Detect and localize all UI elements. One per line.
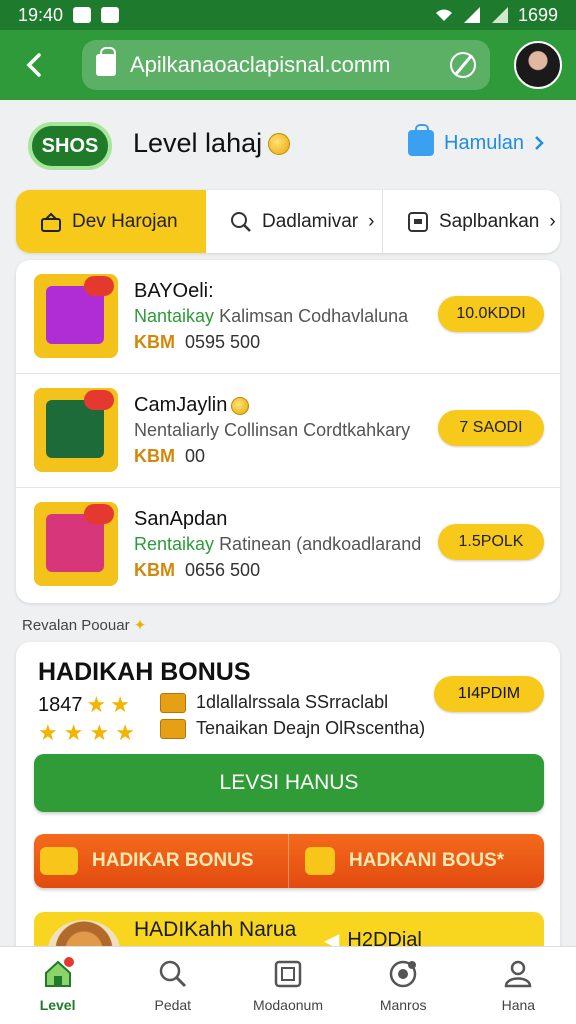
gift-icon	[40, 847, 78, 875]
star-icon: ★	[38, 720, 58, 745]
target-icon	[389, 960, 417, 988]
chevron-right-icon: ›	[368, 210, 375, 232]
bottom-nav: Level Pedat Modaonum Manros Hana	[0, 946, 576, 1024]
wifi-icon	[435, 9, 452, 21]
mail-icon	[73, 7, 92, 23]
status-bar: 19:40 1699	[0, 0, 576, 30]
product-name: BAYOeli:	[134, 280, 214, 302]
temple-icon	[305, 847, 335, 875]
avatar[interactable]	[514, 41, 562, 89]
bonus-actions: HADIKAR BONUS HADKANI BOUS*	[34, 834, 544, 888]
tab-label: Dev Harojan	[72, 210, 178, 232]
nav-manros[interactable]: Manros	[346, 947, 461, 1024]
buy-button[interactable]: 1.5POLK	[438, 524, 544, 560]
tab-dev-harojan[interactable]: Dev Harojan	[16, 190, 206, 253]
document-icon	[274, 960, 302, 988]
star-icon: ★	[86, 692, 107, 717]
nav-pedat[interactable]: Pedat	[115, 947, 230, 1024]
status-time: 19:40	[18, 4, 64, 25]
notification-dot	[64, 957, 74, 967]
signal-icon-2	[491, 7, 508, 23]
tab-saplbankan[interactable]: Saplbankan ›	[382, 190, 560, 253]
bonus-info-2: Tenaikan Deajn OlRscentha)	[160, 718, 425, 739]
list-item[interactable]: CamJaylin Nentaliarly Collinsan Cordtkah…	[16, 374, 560, 488]
buy-button[interactable]: 7 SAODI	[438, 410, 544, 446]
sparkle-icon: ✦	[133, 617, 147, 634]
product-desc: Nantaikay Kalimsan Codhavlaluna	[134, 306, 409, 326]
product-price: KBM 0595 500	[134, 332, 261, 352]
list-item[interactable]: BAYOeli: Nantaikay Kalimsan Codhavlaluna…	[16, 260, 560, 374]
help-link-label: Hamulan	[444, 131, 525, 154]
bonus-card: HADIKAH BONUS 1847 ★ ★ ★ ★ ★ ★ 1dlallalrss…	[16, 642, 560, 962]
block-icon[interactable]	[450, 52, 476, 78]
bonus-pill-button[interactable]: 1I4PDIM	[434, 676, 544, 712]
nav-label: Hana	[501, 997, 536, 1013]
tab-dadlamivar[interactable]: Dadlamivar ›	[206, 190, 382, 253]
chest-icon	[160, 692, 186, 713]
star-icon: ★	[63, 720, 84, 745]
nav-label: Manros	[379, 997, 427, 1013]
product-price: KBM 00	[134, 446, 206, 466]
chevron-right-icon	[535, 136, 544, 150]
search-icon	[159, 960, 186, 988]
tab-strip: Dev Harojan Dadlamivar › Saplbankan ›	[16, 190, 560, 253]
gift-icon	[41, 212, 61, 232]
coin-icon	[268, 132, 291, 155]
chest-icon	[160, 718, 186, 739]
page-title-text: Level lahaj	[133, 128, 263, 158]
product-image	[34, 388, 118, 472]
nav-label: Level	[39, 997, 76, 1013]
battery-level: 1699	[517, 4, 558, 25]
bonus-info-1: 1dlallalrssala SSrraclabl	[160, 692, 388, 713]
people-icon	[505, 960, 532, 988]
list-item[interactable]: SanApdan Rentaikay Ratinean (andkoadlara…	[16, 488, 560, 602]
level-bonus-button[interactable]: LEVSI HANUS	[34, 754, 544, 812]
star-icon: ★	[89, 720, 110, 745]
back-button[interactable]	[14, 45, 54, 85]
hadikar-bonus-button[interactable]: HADIKAR BONUS	[34, 834, 289, 888]
product-image	[34, 274, 118, 358]
nav-level[interactable]: Level	[0, 947, 115, 1024]
search-icon	[231, 211, 251, 232]
product-image	[34, 502, 118, 586]
nav-label: Pedat	[154, 997, 192, 1013]
bonus-count: 1847 ★ ★	[38, 692, 130, 717]
star-icon: ★	[115, 720, 135, 745]
coin-icon	[231, 396, 250, 415]
url-field[interactable]: Apilkanaoaclapisnal.comm	[82, 40, 490, 90]
card-icon	[408, 211, 428, 232]
nav-modaonum[interactable]: Modaonum	[230, 947, 345, 1024]
page-title: Level lahaj	[133, 128, 291, 159]
product-desc: Rentaikay Ratinean (andkoadlarand	[134, 534, 422, 554]
lock-icon	[96, 47, 116, 76]
buy-button[interactable]: 10.0KDDI	[438, 296, 544, 332]
notification-icon	[101, 7, 120, 23]
help-link[interactable]: Hamulan	[408, 124, 544, 156]
tab-label: Dadlamivar	[262, 210, 359, 232]
bonus-title: HADIKAH BONUS	[38, 658, 251, 686]
rating-stars: ★ ★ ★ ★	[38, 720, 135, 746]
bag-icon	[408, 124, 434, 156]
product-desc: Nentaliarly Collinsan Cordtkahkary	[134, 420, 411, 440]
star-icon: ★	[110, 692, 130, 717]
product-list: BAYOeli: Nantaikay Kalimsan Codhavlaluna…	[16, 260, 560, 603]
browser-bar: Apilkanaoaclapisnal.comm	[0, 30, 576, 100]
product-name: CamJaylin	[134, 394, 250, 417]
url-text: Apilkanaoaclapisnal.comm	[130, 52, 391, 77]
tab-label: Saplbankan	[439, 210, 540, 232]
promo-title: HADIKahh Narua	[134, 918, 297, 941]
hadkani-bonus-button[interactable]: HADKANI BOUS*	[289, 834, 544, 888]
nav-hana[interactable]: Hana	[461, 947, 576, 1024]
product-price: KBM 0656 500	[134, 560, 261, 580]
nav-label: Modaonum	[252, 997, 323, 1013]
chevron-left-icon	[26, 53, 41, 77]
signal-icon	[463, 7, 480, 23]
section-label: Revalan Poouar ✦	[22, 617, 147, 634]
product-name: SanApdan	[134, 508, 228, 530]
chevron-right-icon: ›	[549, 210, 556, 232]
level-badge: SHOS	[28, 122, 112, 170]
